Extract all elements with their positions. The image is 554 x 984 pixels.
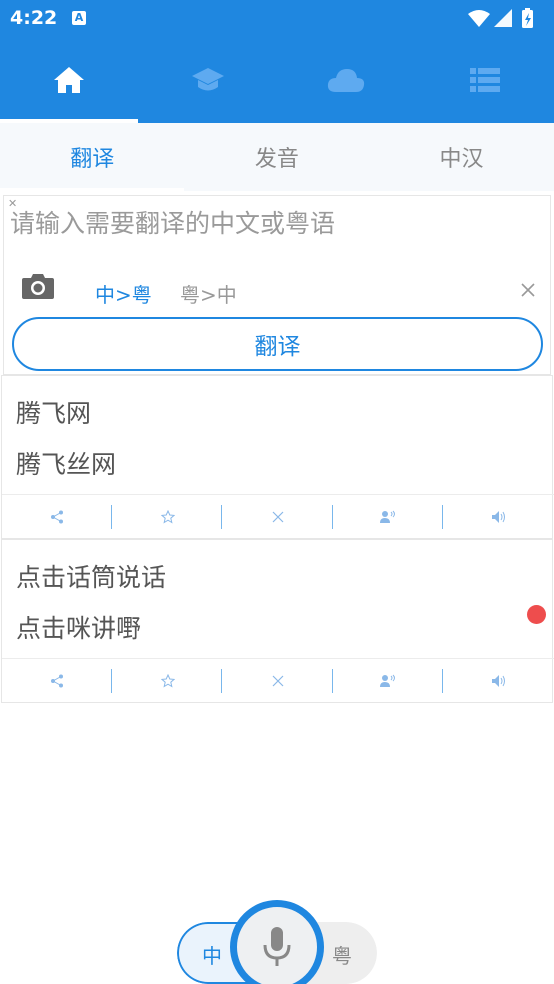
tab-active-indicator xyxy=(0,188,184,191)
microphone-button[interactable] xyxy=(230,900,324,984)
result-source-text: 腾飞网 xyxy=(16,399,92,428)
play-audio-button[interactable] xyxy=(444,659,554,703)
result-actions xyxy=(2,658,554,702)
speaker-person-icon xyxy=(380,510,396,523)
wifi-icon xyxy=(468,10,490,27)
status-bar: 4:22 A xyxy=(0,0,554,36)
app-header: 4:22 A xyxy=(0,0,554,123)
close-icon xyxy=(272,511,284,523)
share-button[interactable] xyxy=(2,659,112,703)
tab-bar: 翻译 发音 中汉 xyxy=(0,123,554,191)
nav-home[interactable] xyxy=(0,36,139,123)
play-audio-button[interactable] xyxy=(444,495,554,539)
share-icon xyxy=(51,510,64,524)
speaker-person-icon xyxy=(380,674,396,687)
share-button[interactable] xyxy=(2,495,112,539)
translate-button[interactable]: 翻译 xyxy=(12,317,543,371)
result-target-text: 腾飞丝网 xyxy=(16,450,117,479)
nav-learn[interactable] xyxy=(139,36,278,123)
cloud-icon xyxy=(328,68,365,92)
close-icon xyxy=(272,675,284,687)
volume-icon xyxy=(491,675,505,687)
nav-list[interactable] xyxy=(416,36,554,123)
main-nav xyxy=(0,36,554,123)
share-icon xyxy=(51,674,64,688)
volume-icon xyxy=(491,511,505,523)
notification-icon: A xyxy=(72,11,86,25)
voice-yue-label[interactable]: 粤 xyxy=(332,940,352,969)
record-dot xyxy=(527,605,546,624)
result-card: 腾飞网 腾飞丝网 xyxy=(1,375,554,539)
speak-person-button[interactable] xyxy=(333,659,443,703)
tab-translate[interactable]: 翻译 xyxy=(0,123,185,191)
result-actions xyxy=(2,494,554,538)
result-card: 点击话筒说话 点击咪讲嘢 xyxy=(1,539,554,703)
star-icon xyxy=(160,674,175,688)
result-source-text: 点击话筒说话 xyxy=(16,563,167,592)
translation-input-card: ✕ 请输入需要翻译的中文或粤语 中>粤 粤>中 翻译 xyxy=(3,195,551,375)
voice-zh-label[interactable]: 中 xyxy=(202,940,222,969)
result-target-text: 点击咪讲嘢 xyxy=(16,614,142,643)
camera-icon[interactable] xyxy=(21,272,55,304)
speak-person-button[interactable] xyxy=(333,495,443,539)
tab-chinese-dictionary[interactable]: 中汉 xyxy=(369,123,554,191)
status-time: 4:22 xyxy=(10,7,58,29)
home-icon xyxy=(54,66,85,93)
graduation-cap-icon xyxy=(191,67,224,90)
star-icon xyxy=(160,510,175,524)
direction-yue-to-zh[interactable]: 粤>中 xyxy=(180,279,237,308)
direction-zh-to-yue[interactable]: 中>粤 xyxy=(95,279,152,308)
delete-button[interactable] xyxy=(223,495,333,539)
favorite-button[interactable] xyxy=(112,495,222,539)
favorite-button[interactable] xyxy=(112,659,222,703)
delete-button[interactable] xyxy=(223,659,333,703)
system-icons xyxy=(466,8,546,34)
clear-input-icon[interactable] xyxy=(520,282,536,302)
translation-input[interactable]: 请输入需要翻译的中文或粤语 xyxy=(10,204,335,240)
tab-pronunciation[interactable]: 发音 xyxy=(185,123,370,191)
microphone-icon xyxy=(263,927,291,966)
list-icon xyxy=(469,67,500,92)
signal-icon xyxy=(494,9,512,27)
nav-cloud[interactable] xyxy=(277,36,416,123)
